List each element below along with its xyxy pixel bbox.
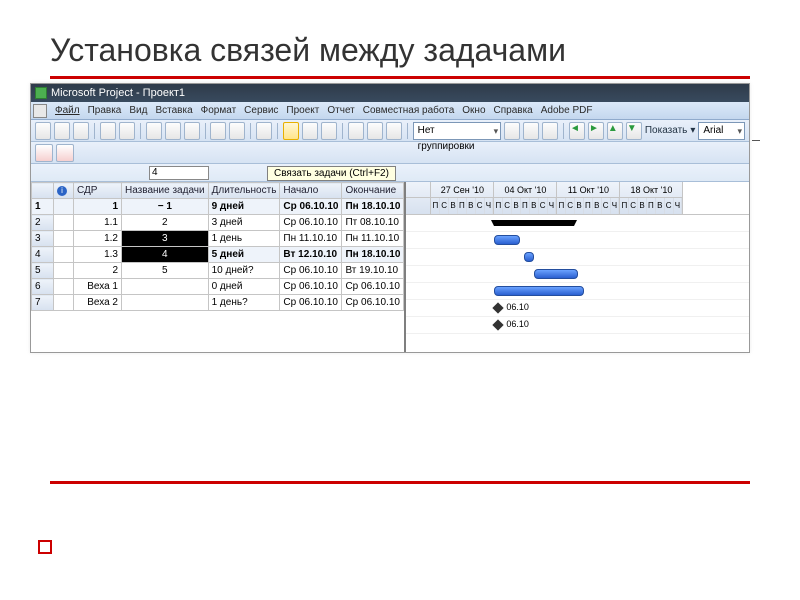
col-wbs[interactable]: СДР	[74, 183, 122, 199]
entry-bar: 4 Связать задачи (Ctrl+F2)	[31, 164, 749, 182]
separator	[205, 123, 206, 139]
app-icon	[35, 87, 47, 99]
col-end[interactable]: Окончание	[342, 183, 404, 199]
notes-icon[interactable]	[367, 122, 383, 140]
insert-icon[interactable]	[256, 122, 272, 140]
tooltip-link-tasks: Связать задачи (Ctrl+F2)	[267, 166, 396, 181]
pdf-toolbar	[31, 142, 749, 164]
col-info[interactable]: i	[54, 183, 74, 199]
separator	[563, 123, 564, 139]
goto-icon[interactable]	[523, 122, 539, 140]
table-row[interactable]: 52510 дней?Ср 06.10.10Вт 19.10.10	[32, 263, 404, 279]
milestone-label: 06.10	[506, 319, 529, 329]
task-bar[interactable]	[524, 252, 534, 262]
menu-format[interactable]: Формат	[197, 105, 241, 116]
slide-marker-icon	[38, 540, 52, 554]
table-row[interactable]: 7Веха 21 день?Ср 06.10.10Ср 06.10.10	[32, 295, 404, 311]
col-name[interactable]: Название задачи	[122, 183, 209, 199]
arrow-right-icon[interactable]: ►	[588, 122, 604, 140]
task-bar[interactable]	[494, 286, 584, 296]
assign-icon[interactable]	[386, 122, 402, 140]
show-label[interactable]: Показать	[645, 125, 688, 136]
window-title: Microsoft Project - Проект1	[51, 87, 185, 99]
milestone-icon[interactable]	[493, 319, 504, 330]
separator	[342, 123, 343, 139]
milestone-icon[interactable]	[493, 302, 504, 313]
font-combo[interactable]: Arial	[698, 122, 745, 140]
menu-report[interactable]: Отчет	[323, 105, 358, 116]
task-bar[interactable]	[534, 269, 578, 279]
unlink-tasks-icon[interactable]	[302, 122, 318, 140]
menu-project[interactable]: Проект	[282, 105, 323, 116]
footer-rule	[50, 481, 750, 484]
entry-field[interactable]: 4	[149, 166, 209, 180]
menu-edit[interactable]: Правка	[84, 105, 126, 116]
menu-collab[interactable]: Совместная работа	[359, 105, 459, 116]
copy-icon[interactable]	[165, 122, 181, 140]
task-bar[interactable]	[494, 235, 520, 245]
decorative-dash	[752, 140, 760, 141]
separator	[140, 123, 141, 139]
pdf-mail-icon[interactable]	[56, 144, 74, 162]
help-icon[interactable]	[542, 122, 558, 140]
open-icon[interactable]	[54, 122, 70, 140]
sheet-area: i СДР Название задачи Длительность Начал…	[31, 182, 749, 352]
menu-view[interactable]: Вид	[125, 105, 151, 116]
title-underline	[50, 76, 750, 79]
arrow-left-icon[interactable]: ◄	[569, 122, 585, 140]
separator	[250, 123, 251, 139]
link-tasks-icon[interactable]	[283, 122, 299, 140]
menu-adobe-pdf[interactable]: Adobe PDF	[537, 105, 597, 116]
slide-title: Установка связей между задачами	[50, 30, 750, 70]
header-row: i СДР Название задачи Длительность Начал…	[32, 183, 404, 199]
menu-window[interactable]: Окно	[458, 105, 489, 116]
summary-bar[interactable]	[494, 220, 574, 226]
task-grid[interactable]: i СДР Название задачи Длительность Начал…	[31, 182, 406, 352]
gantt-chart[interactable]: 27 Сен '10ПСВПВСЧ04 Окт '10ПСВПВСЧ11 Окт…	[406, 182, 749, 352]
table-row[interactable]: 31.231 деньПн 11.10.10Пн 11.10.10	[32, 231, 404, 247]
undo-icon[interactable]	[210, 122, 226, 140]
col-duration[interactable]: Длительность	[208, 183, 280, 199]
menu-bar[interactable]: Файл Правка Вид Вставка Формат Сервис Пр…	[31, 102, 749, 120]
menu-tools[interactable]: Сервис	[240, 105, 282, 116]
menu-help[interactable]: Справка	[490, 105, 537, 116]
system-menu-icon[interactable]	[33, 104, 47, 118]
paste-icon[interactable]	[184, 122, 200, 140]
separator	[277, 123, 278, 139]
redo-icon[interactable]	[229, 122, 245, 140]
gantt-timescale: 27 Сен '10ПСВПВСЧ04 Окт '10ПСВПВСЧ11 Окт…	[406, 182, 749, 215]
cut-icon[interactable]	[146, 122, 162, 140]
separator	[94, 123, 95, 139]
table-row[interactable]: 21.123 днейСр 06.10.10Пт 08.10.10	[32, 215, 404, 231]
milestone-label: 06.10	[506, 302, 529, 312]
arrow-down-icon[interactable]: ▼	[626, 122, 642, 140]
separator	[407, 123, 408, 139]
standard-toolbar: Нет группировки ◄ ► ▲ ▼ Показать ▾ Arial	[31, 120, 749, 142]
zoom-icon[interactable]	[504, 122, 520, 140]
grouping-combo[interactable]: Нет группировки	[413, 122, 502, 140]
table-row[interactable]: 6Веха 10 днейСр 06.10.10Ср 06.10.10	[32, 279, 404, 295]
menu-insert[interactable]: Вставка	[151, 105, 196, 116]
new-icon[interactable]	[35, 122, 51, 140]
preview-icon[interactable]	[119, 122, 135, 140]
save-icon[interactable]	[73, 122, 89, 140]
info-icon: i	[57, 186, 67, 196]
ms-project-window: Microsoft Project - Проект1 Файл Правка …	[30, 83, 750, 353]
print-icon[interactable]	[100, 122, 116, 140]
menu-file[interactable]: Файл	[51, 105, 84, 116]
info-icon[interactable]	[348, 122, 364, 140]
split-task-icon[interactable]	[321, 122, 337, 140]
arrow-up-icon[interactable]: ▲	[607, 122, 623, 140]
col-start[interactable]: Начало	[280, 183, 342, 199]
table-row[interactable]: 41.345 днейВт 12.10.10Пн 18.10.10	[32, 247, 404, 263]
pdf-icon[interactable]	[35, 144, 53, 162]
row-header-blank	[32, 183, 54, 199]
window-titlebar: Microsoft Project - Проект1	[31, 84, 749, 102]
table-row[interactable]: 11− 19 днейСр 06.10.10Пн 18.10.10	[32, 199, 404, 215]
gantt-body: 06.10 06.10	[406, 215, 749, 334]
